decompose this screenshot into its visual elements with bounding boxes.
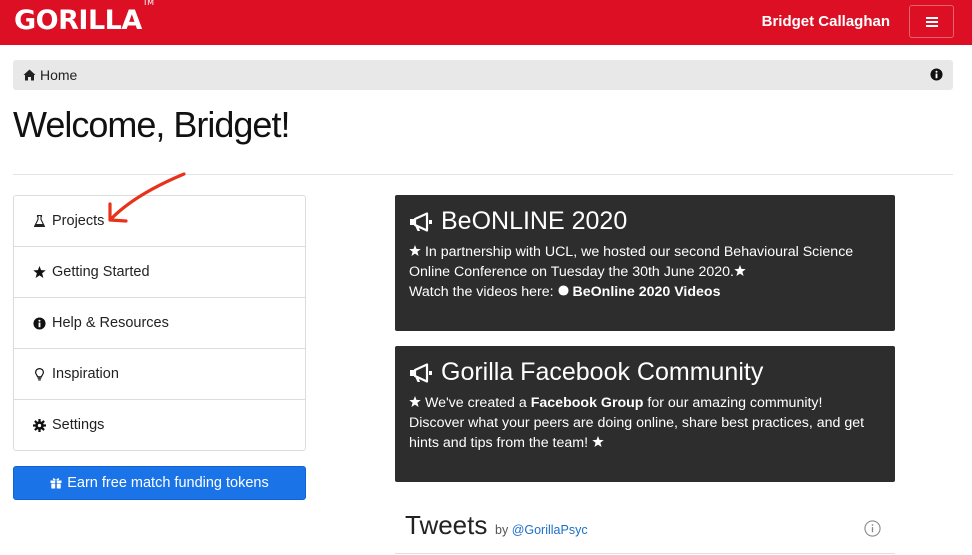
star-icon xyxy=(32,266,46,278)
star-icon xyxy=(409,245,421,256)
sidebar-item-settings[interactable]: Settings xyxy=(14,400,305,450)
sidebar-item-label: Help & Resources xyxy=(52,315,169,331)
menu-toggle-button[interactable] xyxy=(909,5,954,38)
breadcrumb-home[interactable]: Home xyxy=(23,67,77,83)
sidebar-item-help-resources[interactable]: Help & Resources xyxy=(14,298,305,349)
info-icon xyxy=(32,316,46,330)
user-name-link[interactable]: Bridget Callaghan xyxy=(762,13,890,30)
hamburger-icon xyxy=(925,16,938,27)
gorilla-logo[interactable]: GORILLATM xyxy=(14,0,154,36)
card-title: Gorilla Facebook Community xyxy=(409,358,881,387)
flask-icon xyxy=(32,215,46,227)
facebook-group-link[interactable]: Facebook Group xyxy=(531,395,644,411)
gift-icon xyxy=(50,478,62,489)
tweets-widget: Tweets by @GorillaPsyc xyxy=(395,506,895,554)
megaphone-icon xyxy=(410,362,432,383)
home-icon xyxy=(23,69,36,81)
tweets-byline: by @GorillaPsyc xyxy=(495,523,588,537)
card-body-text: We've created a xyxy=(424,395,527,411)
beonline-videos-link[interactable]: BeOnline 2020 Videos xyxy=(572,284,720,300)
gear-icon xyxy=(32,418,46,432)
sidebar-item-getting-started[interactable]: Getting Started xyxy=(14,247,305,298)
card-body-prefix: Watch the videos here: xyxy=(409,284,554,300)
sidebar-item-label: Projects xyxy=(52,213,105,229)
card-title-text: Gorilla Facebook Community xyxy=(441,358,764,386)
card-body-text: In partnership with UCL, we hosted our s… xyxy=(409,244,854,280)
breadcrumb-home-label: Home xyxy=(40,67,78,83)
red-arrow-annotation xyxy=(108,172,186,223)
lightbulb-icon xyxy=(32,367,46,381)
info-icon xyxy=(930,68,943,81)
info-circle-icon[interactable] xyxy=(864,520,881,537)
sidebar-item-inspiration[interactable]: Inspiration xyxy=(14,349,305,400)
megaphone-icon xyxy=(410,211,432,232)
help-info-button[interactable] xyxy=(930,68,943,86)
page-title: Welcome, Bridget! xyxy=(13,104,290,145)
circle-icon xyxy=(557,285,569,296)
brand-name: GORILLA xyxy=(14,5,142,36)
sidebar-item-label: Inspiration xyxy=(52,366,119,382)
card-body: We've created a Facebook Group for our a… xyxy=(409,393,881,453)
earn-tokens-button[interactable]: Earn free match funding tokens xyxy=(13,466,306,500)
tweets-title: Tweets xyxy=(405,510,488,540)
card-body: In partnership with UCL, we hosted our s… xyxy=(409,242,881,302)
sidebar-menu: Projects Getting Started Help & Resource… xyxy=(13,195,306,451)
twitter-handle-link[interactable]: @GorillaPsyc xyxy=(512,523,588,537)
top-navbar: GORILLATM Bridget Callaghan xyxy=(0,0,972,45)
facebook-community-card: Gorilla Facebook Community We've created… xyxy=(395,346,895,482)
card-title-text: BeONLINE 2020 xyxy=(441,207,628,235)
sidebar-item-label: Settings xyxy=(52,417,105,433)
beonline-announcement-card: BeONLINE 2020 In partnership with UCL, w… xyxy=(395,195,895,331)
breadcrumb: Home xyxy=(13,60,953,90)
card-title: BeONLINE 2020 xyxy=(409,207,881,236)
sidebar-item-label: Getting Started xyxy=(52,264,150,280)
star-icon xyxy=(409,396,421,407)
star-icon xyxy=(592,436,604,447)
earn-tokens-label: Earn free match funding tokens xyxy=(67,475,269,491)
star-icon xyxy=(734,265,746,276)
trademark: TM xyxy=(142,0,154,7)
tweets-by-label: by xyxy=(495,523,509,537)
